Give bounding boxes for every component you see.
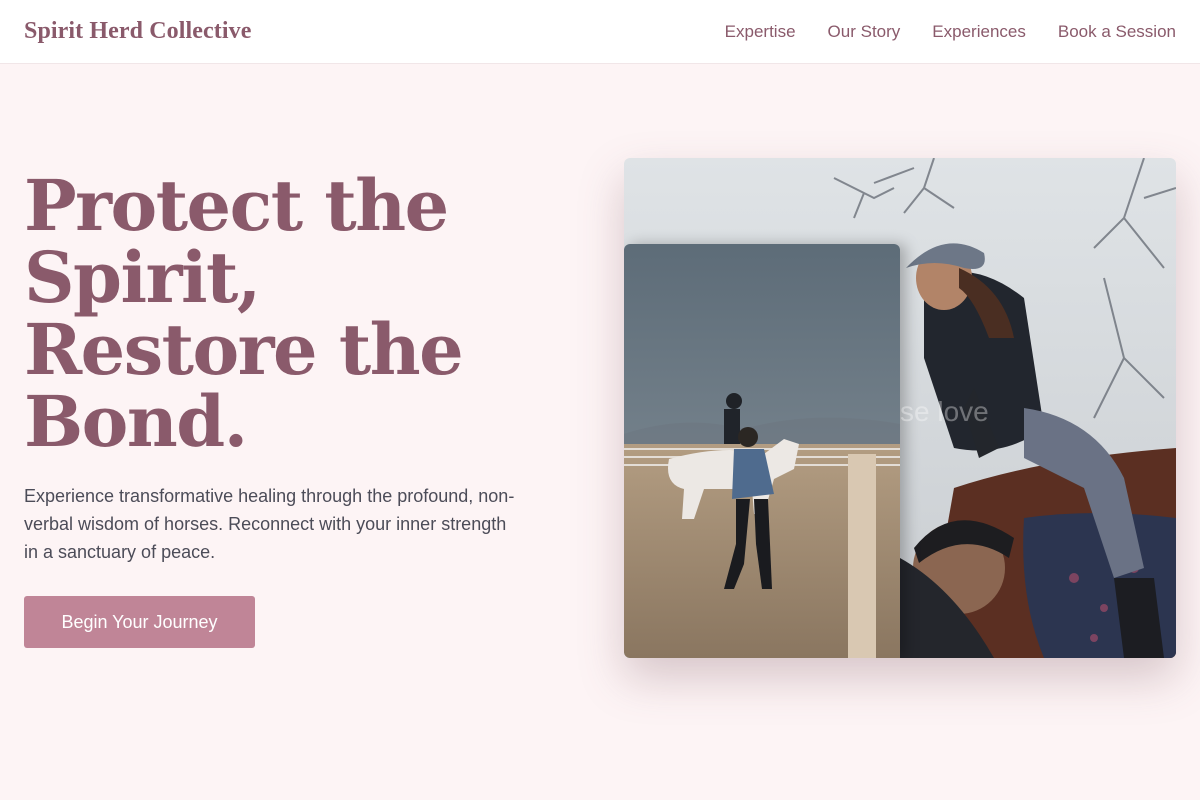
hero-image-collage: se love bbox=[624, 158, 1176, 658]
hero-headline: Protect the Spirit, Restore the Bond. bbox=[24, 170, 564, 458]
headline-line-4: Bond. bbox=[24, 380, 248, 463]
headline-line-1: Protect the bbox=[24, 164, 449, 247]
headline-line-3: Restore the bbox=[24, 308, 464, 391]
nav-link-book-session[interactable]: Book a Session bbox=[1058, 22, 1176, 42]
nav-link-expertise[interactable]: Expertise bbox=[725, 22, 796, 42]
headline-line-2: Spirit, bbox=[24, 236, 261, 319]
nav-link-experiences[interactable]: Experiences bbox=[932, 22, 1026, 42]
begin-journey-button[interactable]: Begin Your Journey bbox=[24, 596, 255, 648]
brand-logo[interactable]: Spirit Herd Collective bbox=[24, 18, 251, 45]
main-nav: Expertise Our Story Experiences Book a S… bbox=[725, 22, 1176, 42]
arena-horse-photo bbox=[624, 244, 900, 658]
hero-text: Protect the Spirit, Restore the Bond. Ex… bbox=[24, 170, 564, 566]
site-header: Spirit Herd Collective Expertise Our Sto… bbox=[0, 0, 1200, 64]
hero-subtext: Experience transformative healing throug… bbox=[24, 486, 515, 562]
nav-link-our-story[interactable]: Our Story bbox=[828, 22, 901, 42]
image-watermark-text: se love bbox=[900, 396, 989, 427]
